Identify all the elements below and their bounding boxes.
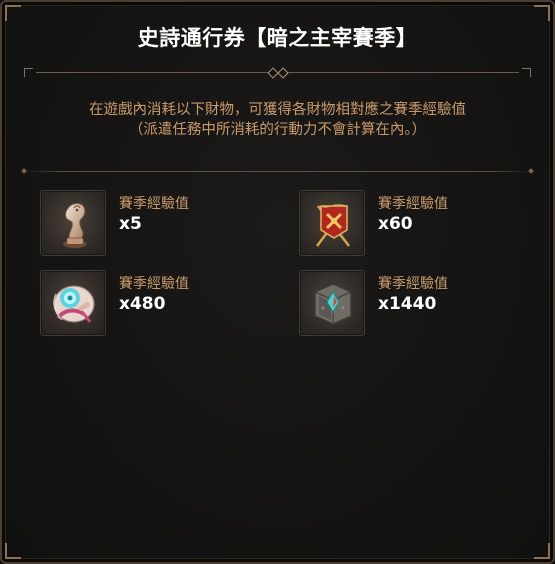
description-line: 在遊戲內消耗以下財物，可獲得各財物相對應之賽季經驗值 — [89, 102, 466, 118]
item-label: 賽季經驗值 — [378, 196, 448, 212]
item-label: 賽季經驗值 — [119, 276, 189, 292]
item-value: x60 — [378, 214, 413, 234]
exp-item-banner[interactable]: 賽季經驗值 x60 — [299, 190, 529, 260]
item-value: x1440 — [378, 294, 437, 314]
exp-item-knight[interactable]: 賽季經驗值 x5 — [40, 190, 270, 260]
item-label: 賽季經驗值 — [119, 196, 189, 212]
dialog-description: 在遊戲內消耗以下財物，可獲得各財物相對應之賽季經驗值 （派遣任務中所消耗的行動力… — [2, 100, 553, 140]
exp-item-stone[interactable]: 賽季經驗值 x1440 — [299, 270, 529, 340]
season-pass-dialog: 史詩通行券【暗之主宰賽季】 在遊戲內消耗以下財物，可獲得各財物相對應之賽季經驗值… — [0, 0, 555, 564]
chess-knight-icon — [40, 190, 106, 256]
item-value: x5 — [119, 214, 142, 234]
dialog-title: 史詩通行券【暗之主宰賽季】 — [137, 26, 418, 50]
corner-ornament — [534, 543, 550, 559]
corner-ornament — [534, 5, 550, 21]
header-divider — [24, 67, 531, 79]
item-label: 賽季經驗值 — [378, 276, 448, 292]
description-line: （派遣任務中所消耗的行動力不會計算在內。） — [128, 122, 427, 138]
magic-scroll-icon — [40, 270, 106, 336]
exp-item-scroll[interactable]: 賽季經驗值 x480 — [40, 270, 270, 340]
corner-ornament — [5, 543, 21, 559]
diamond-ornament — [277, 67, 289, 79]
corner-ornament — [5, 5, 21, 21]
war-banner-icon — [299, 190, 365, 256]
item-value: x480 — [119, 294, 166, 314]
stone-crystal-icon — [299, 270, 365, 336]
section-divider — [21, 168, 534, 174]
